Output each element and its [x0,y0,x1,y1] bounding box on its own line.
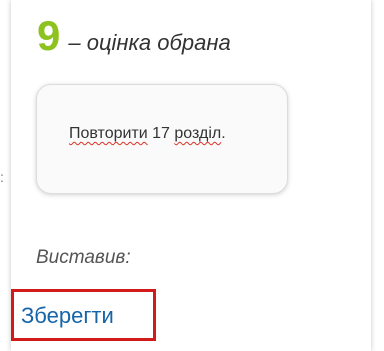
comment-text: Повторити 17 розділ. [69,123,226,145]
misspelled-word: розділ [174,125,222,142]
left-gutter-mark: : [0,169,4,185]
comment-number: 17 [147,125,175,142]
grade-value: 9 [37,12,61,59]
comment-box[interactable]: Повторити 17 розділ. [36,84,288,194]
save-label: Зберегти [21,303,114,328]
comment-period: . [221,125,226,142]
save-button[interactable]: Зберегти [11,289,156,341]
posted-by-label: Виставив: [36,247,131,268]
misspelled-word: Повторити [69,125,148,142]
page: : 9 – оцінка обрана Повторити 17 розділ.… [0,0,384,351]
grade-caption: – оцінка обрана [68,30,231,55]
grade-heading: 9 – оцінка обрана [37,12,231,60]
